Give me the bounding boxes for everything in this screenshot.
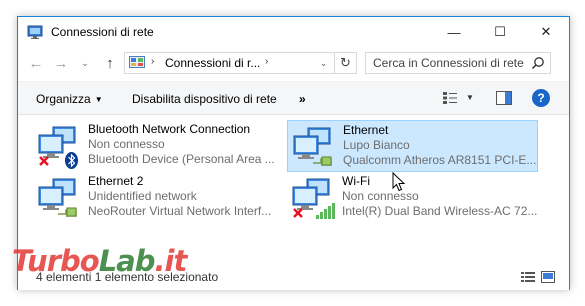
more-commands-button[interactable]: »	[299, 92, 306, 106]
connection-device: Intel(R) Dual Band Wireless-AC 72...	[342, 204, 538, 218]
breadcrumb-separator-end[interactable]: ›	[265, 56, 268, 67]
organize-label: Organizza	[36, 92, 91, 106]
error-x-icon	[293, 208, 303, 218]
connection-name: Bluetooth Network Connection	[88, 122, 251, 136]
wifi-signal-icon	[316, 203, 335, 219]
navigation-bar: ← → ⌄ ↑ › Connessioni di r... › ⌄ ↻ Cerc…	[18, 50, 569, 76]
bluetooth-icon	[65, 152, 78, 169]
recent-locations-button[interactable]: ⌄	[75, 53, 95, 73]
connection-device: NeoRouter Virtual Network Interf...	[88, 204, 272, 218]
search-icon[interactable]	[531, 56, 545, 70]
window-title: Connessioni di rete	[51, 25, 154, 39]
preview-pane-icon[interactable]	[496, 91, 512, 105]
connection-name: Wi-Fi	[342, 174, 370, 188]
list-item[interactable]: Bluetooth Network Connection Non conness…	[33, 120, 284, 172]
maximize-button[interactable]: ☐	[477, 17, 523, 47]
help-button[interactable]: ?	[532, 89, 550, 107]
list-item[interactable]: Ethernet 2 Unidentified network NeoRoute…	[33, 172, 284, 224]
details-view-icon[interactable]	[521, 271, 535, 283]
list-item[interactable]: Wi-Fi Non connesso Intel(R) Dual Band Wi…	[287, 172, 538, 224]
close-button[interactable]: ✕	[523, 17, 569, 47]
connection-name: Ethernet 2	[88, 174, 144, 188]
mouse-cursor-icon	[392, 172, 406, 192]
change-view-icon[interactable]	[442, 91, 458, 105]
disable-device-button[interactable]: Disabilita dispositivo di rete	[132, 92, 277, 106]
connection-text: Bluetooth Network Connection Non conness…	[88, 122, 275, 167]
connection-text: Wi-Fi Non connesso Intel(R) Dual Band Wi…	[342, 174, 537, 219]
large-icons-view-icon[interactable]	[541, 271, 555, 283]
forward-button[interactable]: →	[51, 53, 71, 73]
list-item[interactable]: Ethernet Lupo Bianco Qualcomm Atheros AR…	[287, 120, 538, 172]
connection-status: Non connesso	[88, 137, 165, 151]
title-bar[interactable]: Connessioni di rete — ☐ ✕	[18, 17, 569, 47]
turbolab-watermark: TurboLab.it	[12, 244, 187, 278]
refresh-button[interactable]: ↻	[334, 53, 356, 73]
back-button[interactable]: ←	[26, 53, 46, 73]
control-panel-icon	[129, 56, 145, 68]
organize-menu[interactable]: Organizza ▼	[36, 92, 103, 106]
address-bar[interactable]: › Connessioni di r... › ⌄ ↻	[124, 52, 357, 74]
breadcrumb-separator[interactable]: ›	[151, 56, 154, 67]
connection-name: Ethernet	[343, 123, 389, 137]
connection-status: Lupo Bianco	[343, 138, 410, 152]
connection-device: Bluetooth Device (Personal Area ...	[88, 152, 275, 166]
minimize-button[interactable]: —	[431, 17, 477, 47]
error-x-icon	[39, 156, 49, 166]
up-button[interactable]: ↑	[100, 53, 120, 73]
connection-device: Qualcomm Atheros AR8151 PCI-E...	[343, 153, 537, 167]
address-dropdown-button[interactable]: ⌄	[313, 53, 333, 73]
ethernet-cable-icon	[313, 156, 332, 166]
connection-status: Non connesso	[342, 189, 419, 203]
ethernet-cable-icon	[58, 207, 77, 217]
view-options-chevron-icon[interactable]: ▼	[466, 93, 474, 102]
connection-text: Ethernet 2 Unidentified network NeoRoute…	[88, 174, 271, 219]
search-input[interactable]: Cerca in Connessioni di rete	[373, 56, 524, 70]
connection-text: Ethernet Lupo Bianco Qualcomm Atheros AR…	[343, 123, 536, 168]
breadcrumb-current[interactable]: Connessioni di r...	[165, 56, 260, 70]
command-bar: Organizza ▼ Disabilita dispositivo di ret…	[18, 81, 569, 115]
search-box[interactable]: Cerca in Connessioni di rete	[365, 52, 551, 74]
chevron-down-icon: ▼	[94, 95, 103, 104]
network-connections-app-icon	[27, 25, 43, 39]
connection-status: Unidentified network	[88, 189, 197, 203]
